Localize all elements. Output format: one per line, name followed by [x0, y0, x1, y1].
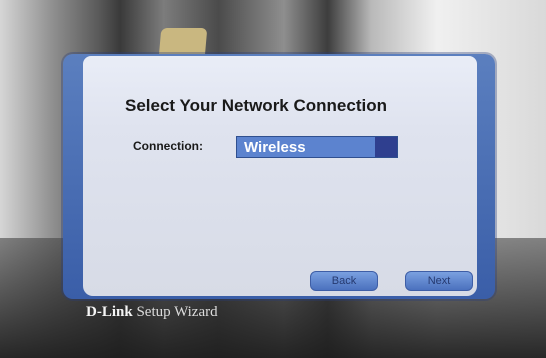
brand-footer: D-Link Setup Wizard: [86, 304, 218, 321]
page-title: Select Your Network Connection: [125, 96, 387, 115]
connection-select[interactable]: Wireless: [236, 136, 398, 158]
dlink-logo: D-Link: [86, 304, 133, 320]
back-button[interactable]: Back: [310, 271, 378, 291]
setup-wizard-dialog: Select Your Network Connection Connectio…: [63, 54, 495, 299]
connection-selected-value: Wireless: [244, 139, 306, 156]
dialog-panel: Select Your Network Connection Connectio…: [83, 56, 477, 296]
next-button[interactable]: Next: [405, 271, 473, 291]
connection-label: Connection:: [133, 139, 203, 153]
dropdown-arrow-icon[interactable]: [375, 137, 397, 157]
setup-wizard-label: Setup Wizard: [136, 304, 218, 320]
